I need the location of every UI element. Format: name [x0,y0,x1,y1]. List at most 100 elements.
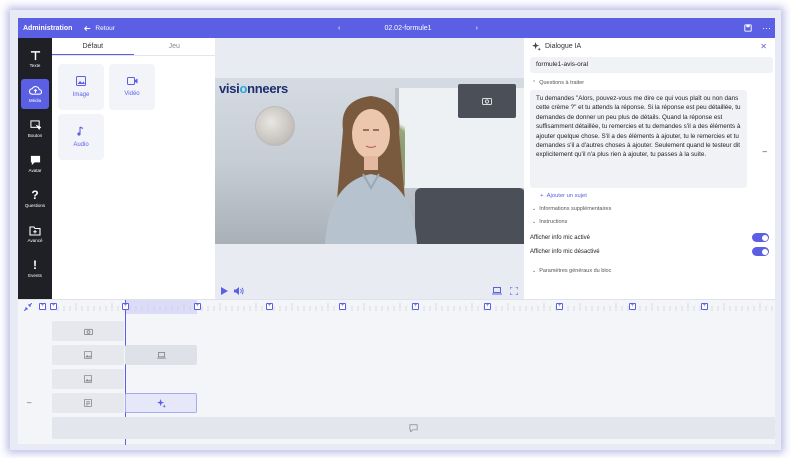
add-keyframe-button[interactable]: + [412,303,419,310]
close-icon[interactable]: ✕ [760,42,767,51]
cloud-upload-icon [28,86,42,95]
add-keyframe-button[interactable]: + [629,303,636,310]
tab-jeu[interactable]: Jeu [134,38,216,55]
add-keyframe-button[interactable]: + [339,303,346,310]
document-icon [84,399,92,407]
laptop-icon [156,351,166,359]
save-icon[interactable] [744,24,752,32]
rail-label: Bouton [27,133,43,138]
admin-link[interactable]: Administration [23,25,72,32]
rail-label: Events [28,273,42,278]
tab-defaut[interactable]: Défaut [52,38,134,55]
track-laptop[interactable] [125,345,197,365]
camera-icon [83,328,93,335]
ai-dialog-panel: Dialogue IA ✕ formule1-avis-oral ⌃ Questi… [524,38,775,299]
video-camera-icon [126,77,137,85]
add-keyframe-button[interactable]: + [122,303,129,310]
chat-icon [409,424,418,432]
chat-icon [30,155,40,166]
section-params[interactable]: ⌄ Paramètres généraux du bloc [524,268,775,274]
toggle-label: Afficher info mic activé [530,234,590,241]
image-icon [76,76,86,86]
add-keyframe-button[interactable]: + [556,303,563,310]
track-ai-dialog[interactable] [125,393,197,413]
section-questions[interactable]: ⌃ Questions à traiter [524,80,775,86]
play-icon[interactable] [221,287,228,295]
folder-plus-icon [29,225,41,236]
panel-header: Dialogue IA ✕ [524,38,775,54]
track-image-2[interactable] [52,369,124,389]
preview-stage: visionneers [215,38,524,299]
tile-label: Vidéo [124,91,140,97]
back-button[interactable]: Retour [84,25,115,32]
volume-icon[interactable] [234,287,244,295]
add-keyframe-button[interactable]: + [484,303,491,310]
fullscreen-icon[interactable] [510,287,518,295]
rail-item-bouton[interactable]: Bouton [21,114,49,144]
laptop-icon[interactable] [492,287,502,295]
add-keyframe-button[interactable]: + [39,303,46,310]
add-keyframe-button[interactable]: + [701,303,708,310]
timeline: + + + + + + + + + + + – [18,299,775,445]
topbar-actions: ··· [744,24,771,33]
rail-item-texte[interactable]: Texte [21,44,49,74]
more-icon[interactable]: ··· [762,24,771,33]
chevron-down-icon: ⌄ [532,206,537,212]
product-cream-image[interactable] [255,106,295,146]
collapse-icon[interactable] [24,303,32,311]
rail-item-avance[interactable]: Avancé [21,219,49,249]
chevron-up-icon: ⌃ [532,80,537,86]
rail-item-events[interactable]: ! Events [21,254,49,284]
collapse-track-icon[interactable]: – [27,398,31,407]
screenshot-frame: Administration Retour ‹ 02.02-formule1 ›… [10,10,781,450]
track-camera[interactable] [52,321,124,341]
panel-title: Dialogue IA [545,42,582,50]
slide-navigator: ‹ 02.02-formule1 › [338,25,478,32]
arrow-left-icon [84,25,91,31]
add-keyframe-button[interactable]: + [266,303,273,310]
media-tile-image[interactable]: Image [58,64,104,110]
rail-item-questions[interactable]: ? Questions [21,184,49,214]
track-document[interactable] [52,393,124,413]
rail-label: Texte [29,63,41,68]
toggle-label: Afficher info mic désactivé [530,248,600,255]
chevron-down-icon: ⌄ [532,268,537,274]
image-icon [84,351,92,359]
media-tile-audio[interactable]: Audio [58,114,104,160]
mic-off-toggle[interactable] [752,247,769,256]
track-image[interactable] [52,345,124,365]
rail-label: Avatar [28,168,42,173]
add-keyframe-button[interactable]: + [194,303,201,310]
question-textarea[interactable]: Tu demandes "Alors, pouvez-vous me dire … [530,90,747,188]
exclamation-icon: ! [33,258,37,272]
tool-rail: Texte Média Bouton Avatar ? Questions Av… [18,38,52,299]
add-keyframe-button[interactable]: + [50,303,57,310]
timeline-ruler[interactable]: + + + + + + + + + + + [18,300,775,314]
image-icon [84,375,92,383]
presenter-avatar [325,96,417,244]
add-subject-button[interactable]: + Ajouter un sujet [524,193,775,199]
chevron-right-icon[interactable]: › [476,25,478,32]
tile-label: Image [72,92,90,98]
playback-controls [215,284,524,298]
camera-placeholder[interactable] [458,84,516,118]
camera-icon [482,98,492,105]
media-tile-video[interactable]: Vidéo [109,64,155,110]
toggle-row-mic-on: Afficher info mic activé [524,233,775,242]
mic-on-toggle[interactable] [752,233,769,242]
chevron-left-icon[interactable]: ‹ [338,25,340,32]
chevron-down-icon: ⌄ [532,219,537,225]
block-name-field[interactable]: formule1-avis-oral [530,57,773,73]
remove-subject-icon[interactable]: – [763,147,767,156]
tile-label: Audio [73,142,89,148]
ruler-ticks [40,303,773,311]
rail-label: Questions [24,203,46,208]
track-chat[interactable] [52,417,775,439]
rail-label: Média [28,98,42,103]
video-preview[interactable]: visionneers [215,78,524,244]
section-info[interactable]: ⌄ Informations supplémentaires [524,206,775,212]
section-instructions[interactable]: ⌄ Instructions [524,219,775,225]
rail-item-media[interactable]: Média [21,79,49,109]
rail-item-avatar[interactable]: Avatar [21,149,49,179]
rail-label: Avancé [27,237,43,243]
